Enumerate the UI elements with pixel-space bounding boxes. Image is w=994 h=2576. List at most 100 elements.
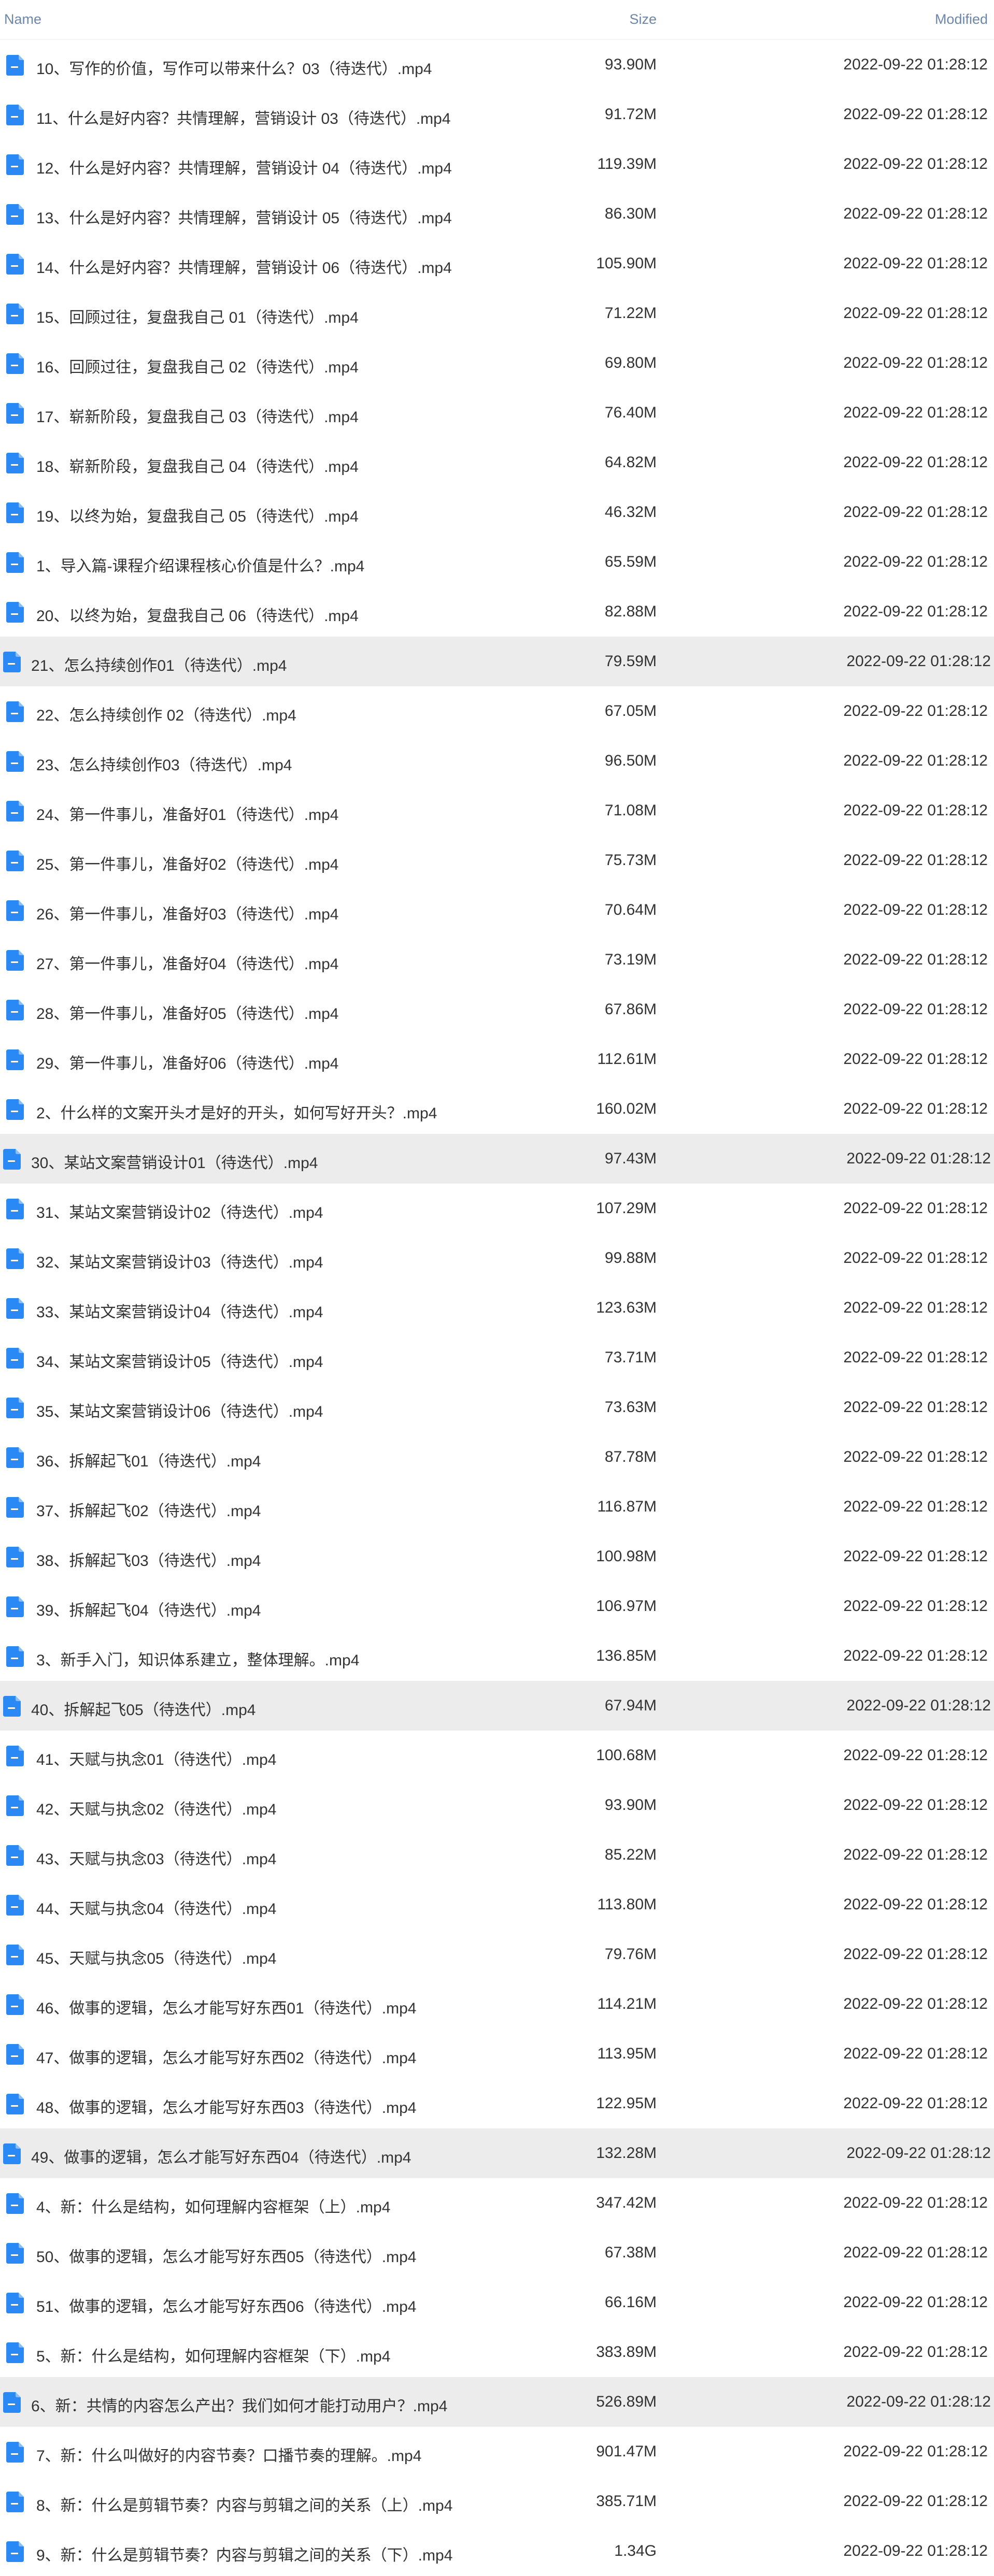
file-row[interactable]: 33、某站文案营销设计04（待迭代）.mp4 123.63M 2022-09-22 … (0, 1283, 994, 1333)
file-row[interactable]: 8、新：什么是剪辑节奏？内容与剪辑之间的关系（上）.mp4 385.71M 2022… (0, 2477, 994, 2526)
file-name[interactable]: 31、某站文案营销设计02（待迭代）.mp4 (36, 1200, 323, 1222)
file-row[interactable]: 26、第一件事儿，准备好03（待迭代）.mp4 70.64M 2022-09-22 … (0, 885, 994, 935)
file-row[interactable]: 50、做事的逻辑，怎么才能写好东西05（待迭代）.mp4 67.38M 2022-0… (0, 2228, 994, 2278)
file-name[interactable]: 10、写作的价值，写作可以带来什么？03（待迭代）.mp4 (36, 56, 432, 79)
file-row[interactable]: 19、以终为始，复盘我自己 05（待迭代）.mp4 46.32M 2022-09-2… (0, 487, 994, 537)
file-name[interactable]: 36、拆解起飞01（待迭代）.mp4 (36, 1448, 261, 1471)
file-row[interactable]: 34、某站文案营销设计05（待迭代）.mp4 73.71M 2022-09-22 0… (0, 1333, 994, 1383)
file-name[interactable]: 45、天赋与执念05（待迭代）.mp4 (36, 1946, 276, 1968)
file-name[interactable]: 17、崭新阶段，复盘我自己 03（待迭代）.mp4 (36, 404, 359, 427)
file-name[interactable]: 8、新：什么是剪辑节奏？内容与剪辑之间的关系（上）.mp4 (36, 2493, 452, 2515)
file-name[interactable]: 2、什么样的文案开头才是好的开头，如何写好开头？.mp4 (36, 1100, 437, 1123)
file-name[interactable]: 49、做事的逻辑，怎么才能写好东西04（待迭代）.mp4 (31, 2145, 411, 2167)
file-row[interactable]: 1、导入篇-课程介绍课程核心价值是什么？.mp4 65.59M 2022-09-22… (0, 537, 994, 587)
file-name[interactable]: 32、某站文案营销设计03（待迭代）.mp4 (36, 1249, 323, 1272)
file-row[interactable]: 37、拆解起飞02（待迭代）.mp4 116.87M 2022-09-22 01:2… (0, 1482, 994, 1532)
file-name[interactable]: 46、做事的逻辑，怎么才能写好东西01（待迭代）.mp4 (36, 1995, 416, 2018)
file-name[interactable]: 29、第一件事儿，准备好06（待迭代）.mp4 (36, 1050, 338, 1073)
column-header-size[interactable]: Size (629, 11, 657, 27)
column-header-modified[interactable]: Modified (935, 11, 988, 27)
file-row[interactable]: 36、拆解起飞01（待迭代）.mp4 87.78M 2022-09-22 01:28… (0, 1432, 994, 1482)
file-name[interactable]: 40、拆解起飞05（待迭代）.mp4 (31, 1697, 255, 1720)
file-row[interactable]: 30、某站文案营销设计01（待迭代）.mp4 97.43M 2022-09-22 0… (0, 1134, 994, 1184)
file-row[interactable]: 21、怎么持续创作01（待迭代）.mp4 79.59M 2022-09-22 01:… (0, 637, 994, 686)
file-name[interactable]: 18、崭新阶段，复盘我自己 04（待迭代）.mp4 (36, 454, 359, 477)
file-row[interactable]: 22、怎么持续创作 02（待迭代）.mp4 67.05M 2022-09-22 01… (0, 686, 994, 736)
file-name[interactable]: 22、怎么持续创作 02（待迭代）.mp4 (36, 702, 296, 725)
file-row[interactable]: 18、崭新阶段，复盘我自己 04（待迭代）.mp4 64.82M 2022-09-2… (0, 438, 994, 487)
file-row[interactable]: 3、新手入门，知识体系建立，整体理解。.mp4 136.85M 2022-09-22… (0, 1631, 994, 1681)
file-name[interactable]: 11、什么是好内容？共情理解，营销设计 03（待迭代）.mp4 (36, 106, 451, 128)
file-name[interactable]: 30、某站文案营销设计01（待迭代）.mp4 (31, 1150, 318, 1173)
file-name[interactable]: 39、拆解起飞04（待迭代）.mp4 (36, 1598, 261, 1620)
file-row[interactable]: 27、第一件事儿，准备好04（待迭代）.mp4 73.19M 2022-09-22 … (0, 935, 994, 985)
file-name[interactable]: 15、回顾过往，复盘我自己 01（待迭代）.mp4 (36, 305, 359, 327)
file-row[interactable]: 48、做事的逻辑，怎么才能写好东西03（待迭代）.mp4 122.95M 2022-… (0, 2079, 994, 2128)
file-row[interactable]: 40、拆解起飞05（待迭代）.mp4 67.94M 2022-09-22 01:28… (0, 1681, 994, 1731)
file-row[interactable]: 39、拆解起飞04（待迭代）.mp4 106.97M 2022-09-22 01:2… (0, 1581, 994, 1631)
file-name[interactable]: 26、第一件事儿，准备好03（待迭代）.mp4 (36, 901, 338, 924)
file-row[interactable]: 9、新：什么是剪辑节奏？内容与剪辑之间的关系（下）.mp4 1.34G 2022-0… (0, 2526, 994, 2576)
file-row[interactable]: 5、新：什么是结构，如何理解内容框架（下）.mp4 383.89M 2022-09-… (0, 2327, 994, 2377)
file-name[interactable]: 20、以终为始，复盘我自己 06（待迭代）.mp4 (36, 603, 359, 626)
file-name[interactable]: 50、做事的逻辑，怎么才能写好东西05（待迭代）.mp4 (36, 2244, 416, 2267)
file-row[interactable]: 25、第一件事儿，准备好02（待迭代）.mp4 75.73M 2022-09-22 … (0, 836, 994, 885)
file-name[interactable]: 4、新：什么是结构，如何理解内容框架（上）.mp4 (36, 2194, 390, 2217)
file-row[interactable]: 51、做事的逻辑，怎么才能写好东西06（待迭代）.mp4 66.16M 2022-0… (0, 2278, 994, 2327)
file-name[interactable]: 27、第一件事儿，准备好04（待迭代）.mp4 (36, 951, 338, 974)
file-row[interactable]: 45、天赋与执念05（待迭代）.mp4 79.76M 2022-09-22 01:2… (0, 1930, 994, 1979)
file-row[interactable]: 11、什么是好内容？共情理解，营销设计 03（待迭代）.mp4 91.72M 202… (0, 90, 994, 139)
file-row[interactable]: 17、崭新阶段，复盘我自己 03（待迭代）.mp4 76.40M 2022-09-2… (0, 388, 994, 438)
file-row[interactable]: 20、以终为始，复盘我自己 06（待迭代）.mp4 82.88M 2022-09-2… (0, 587, 994, 637)
file-row[interactable]: 46、做事的逻辑，怎么才能写好东西01（待迭代）.mp4 114.21M 2022-… (0, 1979, 994, 2029)
file-row[interactable]: 47、做事的逻辑，怎么才能写好东西02（待迭代）.mp4 113.95M 2022-… (0, 2029, 994, 2079)
file-name[interactable]: 41、天赋与执念01（待迭代）.mp4 (36, 1747, 276, 1769)
file-name[interactable]: 19、以终为始，复盘我自己 05（待迭代）.mp4 (36, 503, 359, 526)
file-name[interactable]: 25、第一件事儿，准备好02（待迭代）.mp4 (36, 852, 338, 874)
file-name[interactable]: 13、什么是好内容？共情理解，营销设计 05（待迭代）.mp4 (36, 205, 452, 228)
file-row[interactable]: 2、什么样的文案开头才是好的开头，如何写好开头？.mp4 160.02M 2022-… (0, 1084, 994, 1134)
column-header-name[interactable]: Name (4, 11, 41, 27)
file-row[interactable]: 16、回顾过往，复盘我自己 02（待迭代）.mp4 69.80M 2022-09-2… (0, 338, 994, 388)
file-row[interactable]: 32、某站文案营销设计03（待迭代）.mp4 99.88M 2022-09-22 0… (0, 1233, 994, 1283)
file-row[interactable]: 38、拆解起飞03（待迭代）.mp4 100.98M 2022-09-22 01:2… (0, 1532, 994, 1581)
file-row[interactable]: 35、某站文案营销设计06（待迭代）.mp4 73.63M 2022-09-22 0… (0, 1383, 994, 1432)
file-name[interactable]: 34、某站文案营销设计05（待迭代）.mp4 (36, 1349, 323, 1372)
file-name[interactable]: 48、做事的逻辑，怎么才能写好东西03（待迭代）.mp4 (36, 2095, 416, 2118)
file-row[interactable]: 24、第一件事儿，准备好01（待迭代）.mp4 71.08M 2022-09-22 … (0, 786, 994, 836)
file-name[interactable]: 16、回顾过往，复盘我自己 02（待迭代）.mp4 (36, 354, 359, 377)
file-name[interactable]: 28、第一件事儿，准备好05（待迭代）.mp4 (36, 1001, 338, 1024)
file-name[interactable]: 44、天赋与执念04（待迭代）.mp4 (36, 1896, 276, 1919)
file-name[interactable]: 38、拆解起飞03（待迭代）.mp4 (36, 1548, 261, 1571)
file-row[interactable]: 7、新：什么叫做好的内容节奏？口播节奏的理解。.mp4 901.47M 2022-0… (0, 2427, 994, 2477)
file-name[interactable]: 9、新：什么是剪辑节奏？内容与剪辑之间的关系（下）.mp4 (36, 2542, 452, 2565)
file-name[interactable]: 43、天赋与执念03（待迭代）.mp4 (36, 1846, 276, 1869)
file-row[interactable]: 15、回顾过往，复盘我自己 01（待迭代）.mp4 71.22M 2022-09-2… (0, 289, 994, 338)
file-name[interactable]: 7、新：什么叫做好的内容节奏？口播节奏的理解。.mp4 (36, 2443, 421, 2466)
file-row[interactable]: 6、新：共情的内容怎么产出？我们如何才能打动用户？.mp4 526.89M 2022… (0, 2377, 994, 2427)
file-name[interactable]: 5、新：什么是结构，如何理解内容框架（下）.mp4 (36, 2343, 390, 2366)
file-name[interactable]: 42、天赋与执念02（待迭代）.mp4 (36, 1796, 276, 1819)
file-name[interactable]: 47、做事的逻辑，怎么才能写好东西02（待迭代）.mp4 (36, 2045, 416, 2068)
file-name[interactable]: 3、新手入门，知识体系建立，整体理解。.mp4 (36, 1647, 359, 1670)
file-name[interactable]: 23、怎么持续创作03（待迭代）.mp4 (36, 752, 292, 775)
file-name[interactable]: 14、什么是好内容？共情理解，营销设计 06（待迭代）.mp4 (36, 255, 452, 278)
file-name[interactable]: 24、第一件事儿，准备好01（待迭代）.mp4 (36, 802, 338, 825)
file-row[interactable]: 44、天赋与执念04（待迭代）.mp4 113.80M 2022-09-22 01:… (0, 1880, 994, 1930)
file-row[interactable]: 23、怎么持续创作03（待迭代）.mp4 96.50M 2022-09-22 01:… (0, 736, 994, 786)
file-name[interactable]: 33、某站文案营销设计04（待迭代）.mp4 (36, 1299, 323, 1322)
file-row[interactable]: 14、什么是好内容？共情理解，营销设计 06（待迭代）.mp4 105.90M 20… (0, 239, 994, 289)
file-name[interactable]: 21、怎么持续创作01（待迭代）.mp4 (31, 653, 287, 675)
file-name[interactable]: 12、什么是好内容？共情理解，营销设计 04（待迭代）.mp4 (36, 155, 452, 178)
file-row[interactable]: 12、什么是好内容？共情理解，营销设计 04（待迭代）.mp4 119.39M 20… (0, 139, 994, 189)
file-row[interactable]: 31、某站文案营销设计02（待迭代）.mp4 107.29M 2022-09-22 … (0, 1184, 994, 1233)
file-row[interactable]: 43、天赋与执念03（待迭代）.mp4 85.22M 2022-09-22 01:2… (0, 1830, 994, 1880)
file-name[interactable]: 35、某站文案营销设计06（待迭代）.mp4 (36, 1399, 323, 1421)
file-row[interactable]: 4、新：什么是结构，如何理解内容框架（上）.mp4 347.42M 2022-09-… (0, 2178, 994, 2228)
file-name[interactable]: 1、导入篇-课程介绍课程核心价值是什么？.mp4 (36, 553, 364, 576)
file-name[interactable]: 6、新：共情的内容怎么产出？我们如何才能打动用户？.mp4 (31, 2393, 447, 2416)
file-row[interactable]: 28、第一件事儿，准备好05（待迭代）.mp4 67.86M 2022-09-22 … (0, 985, 994, 1034)
file-row[interactable]: 13、什么是好内容？共情理解，营销设计 05（待迭代）.mp4 86.30M 202… (0, 189, 994, 239)
file-row[interactable]: 49、做事的逻辑，怎么才能写好东西04（待迭代）.mp4 132.28M 2022-… (0, 2128, 994, 2178)
file-row[interactable]: 29、第一件事儿，准备好06（待迭代）.mp4 112.61M 2022-09-22… (0, 1034, 994, 1084)
